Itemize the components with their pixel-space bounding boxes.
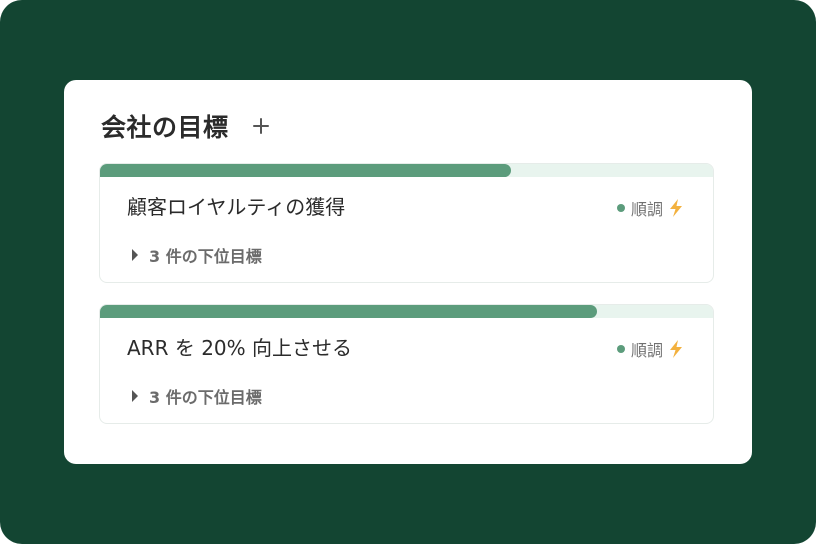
lightning-icon bbox=[670, 340, 682, 358]
status-indicator: 順調 bbox=[616, 337, 683, 361]
sub-goals-label: 3 件の下位目標 bbox=[149, 388, 262, 407]
progress-fill bbox=[100, 164, 511, 177]
goal-title: ARR を 20% 向上させる bbox=[127, 336, 352, 360]
status-label: 順調 bbox=[630, 200, 663, 219]
goal-title: 顧客ロイヤルティの獲得 bbox=[127, 195, 346, 219]
status-dot bbox=[616, 204, 625, 212]
sub-goals-toggle[interactable]: 3 件の下位目標 bbox=[131, 384, 262, 408]
status-label: 順調 bbox=[630, 341, 663, 360]
goal-card[interactable]: 顧客ロイヤルティの獲得 順調 3 件の下位目標 bbox=[99, 163, 714, 283]
background-frame: 会社の目標 顧客ロイヤルティの獲得 順調 3 件の下位目標 ARR を 20% … bbox=[0, 0, 816, 544]
progress-bar bbox=[100, 164, 713, 177]
goal-card[interactable]: ARR を 20% 向上させる 順調 3 件の下位目標 bbox=[99, 304, 714, 424]
progress-bar bbox=[100, 305, 713, 318]
lightning-icon bbox=[670, 199, 682, 217]
panel-header: 会社の目標 bbox=[101, 106, 273, 146]
progress-fill bbox=[100, 305, 597, 318]
company-goals-panel: 会社の目標 顧客ロイヤルティの獲得 順調 3 件の下位目標 ARR を 20% … bbox=[64, 80, 752, 464]
sub-goals-toggle[interactable]: 3 件の下位目標 bbox=[131, 243, 262, 267]
plus-icon bbox=[252, 118, 269, 134]
caret-right-icon bbox=[132, 249, 138, 261]
add-goal-button[interactable] bbox=[249, 114, 273, 138]
status-indicator: 順調 bbox=[616, 196, 683, 220]
panel-title: 会社の目標 bbox=[101, 113, 229, 142]
sub-goals-label: 3 件の下位目標 bbox=[149, 247, 262, 266]
caret-right-icon bbox=[132, 390, 138, 402]
status-dot bbox=[616, 345, 625, 353]
